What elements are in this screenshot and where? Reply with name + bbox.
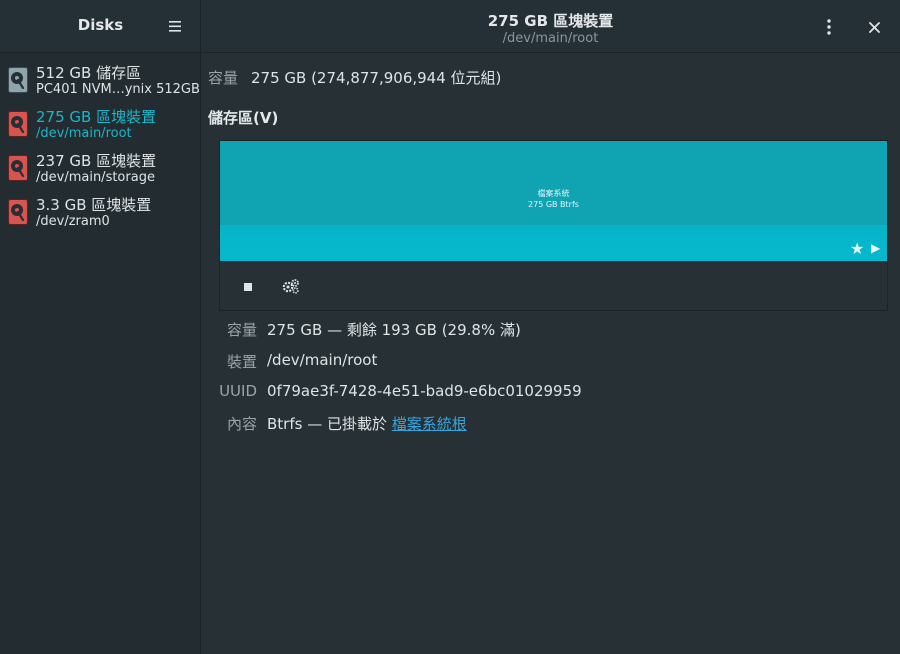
gears-icon	[282, 279, 299, 294]
prop-uuid-label: UUID	[219, 382, 257, 400]
volume-label-size: 275 GB Btrfs	[528, 200, 579, 209]
volume-map: 檔案系統 275 GB Btrfs ★ ▶	[219, 140, 888, 311]
block-device-icon	[8, 155, 28, 181]
stop-icon	[244, 283, 252, 291]
drive-menu-button[interactable]	[819, 14, 839, 40]
capacity-value: 275 GB (274,877,906,944 位元組)	[251, 69, 502, 87]
prop-size-label: 容量	[226, 321, 257, 339]
prop-uuid-value: 0f79ae3f-7428-4e51-bad9-e6bc01029959	[267, 382, 582, 400]
header-bar: Disks 275 GB 區塊裝置 /dev/main/root	[0, 0, 900, 53]
block-device-icon	[8, 199, 28, 225]
hamburger-icon	[169, 20, 181, 32]
sidebar-header: Disks	[0, 0, 201, 52]
mount-point-link[interactable]: 檔案系統根	[392, 415, 467, 433]
prop-device-value: /dev/main/root	[267, 351, 378, 369]
sidebar-item-zram0[interactable]: 3.3 GB 區塊裝置 /dev/zram0	[0, 189, 200, 233]
sidebar-item-title: 275 GB 區塊裝置	[36, 108, 157, 126]
menu-button[interactable]	[164, 14, 186, 38]
sidebar-item-subtitle: /dev/zram0	[36, 214, 110, 229]
window-title: 275 GB 區塊裝置	[487, 12, 614, 30]
device-details: 容量 275 GB (274,877,906,944 位元組) 儲存區(V) 檔…	[201, 53, 900, 654]
close-icon	[868, 21, 880, 33]
sidebar-item-main-storage[interactable]: 237 GB 區塊裝置 /dev/main/storage	[0, 145, 200, 189]
prop-device-label: 裝置	[226, 353, 257, 371]
sidebar-item-title: 512 GB 儲存區	[36, 64, 142, 82]
capacity-label: 容量	[208, 69, 239, 87]
sidebar-item-subtitle: PC401 NVM…ynix 512GB	[36, 82, 200, 97]
disks-window: Disks 275 GB 區塊裝置 /dev/main/root 512 GB …	[0, 0, 900, 654]
sidebar-item-subtitle: /dev/main/root	[36, 126, 132, 141]
sidebar-item-main-root[interactable]: 275 GB 區塊裝置 /dev/main/root	[0, 101, 200, 145]
prop-contents-label: 內容	[226, 415, 257, 433]
star-icon: ★	[850, 239, 865, 258]
volume-filesystem-partition[interactable]: 檔案系統 275 GB Btrfs ★ ▶	[220, 141, 887, 261]
unmount-button[interactable]	[238, 277, 258, 297]
prop-contents-text: Btrfs — 已掛載於	[267, 415, 392, 433]
play-icon: ▶	[871, 241, 881, 255]
kebab-menu-icon	[827, 19, 831, 35]
volume-label-type: 檔案系統	[537, 189, 570, 198]
window-subtitle: /dev/main/root	[502, 31, 599, 46]
disk-list-sidebar: 512 GB 儲存區 PC401 NVM…ynix 512GB 275 GB 區…	[0, 53, 201, 654]
sidebar-item-subtitle: /dev/main/storage	[36, 170, 155, 185]
window-title-area: 275 GB 區塊裝置 /dev/main/root	[201, 0, 900, 52]
sidebar-item-title: 3.3 GB 區塊裝置	[36, 196, 152, 214]
block-device-icon	[8, 111, 28, 137]
sidebar-item-title: 237 GB 區塊裝置	[36, 152, 157, 170]
close-button[interactable]	[862, 15, 886, 39]
prop-size-value: 275 GB — 剩餘 193 GB (29.8% 滿)	[267, 321, 521, 339]
prop-contents-value: Btrfs — 已掛載於 檔案系統根	[267, 413, 467, 434]
disk-icon	[8, 67, 28, 93]
sidebar-item-nvme-disk[interactable]: 512 GB 儲存區 PC401 NVM…ynix 512GB	[0, 57, 200, 101]
volumes-heading: 儲存區(V)	[208, 109, 279, 127]
volume-label: 檔案系統 275 GB Btrfs	[220, 188, 887, 210]
partition-options-button[interactable]	[280, 275, 302, 297]
